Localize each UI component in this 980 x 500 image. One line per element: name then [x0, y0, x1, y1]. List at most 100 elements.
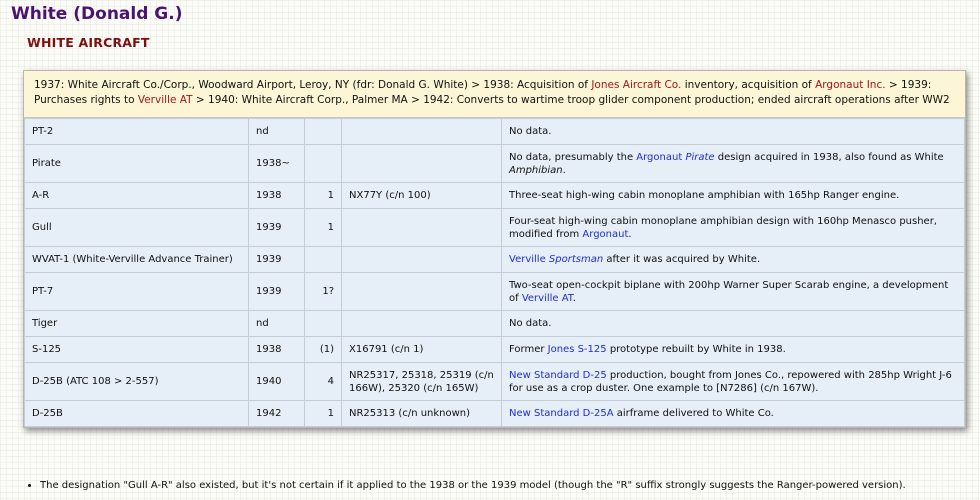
aircraft-year: nd: [248, 310, 305, 337]
description-italic: Amphibian: [509, 164, 563, 176]
aircraft-year: 1942: [248, 400, 305, 427]
description-text: design acquired in 1938, also found as W…: [714, 151, 944, 163]
company-history: 1937: White Aircraft Co./Corp., Woodward…: [24, 71, 965, 118]
description-link-text: Verville AT: [521, 292, 573, 304]
aircraft-registration: [341, 118, 502, 145]
aircraft-description: New Standard D-25 production, bought fro…: [501, 362, 965, 401]
description-text: Former: [509, 344, 548, 355]
aircraft-quantity: 4: [304, 362, 342, 401]
history-text: 1937: White Aircraft Co./Corp., Woodward…: [34, 79, 592, 91]
aircraft-registration: [341, 310, 502, 337]
aircraft-registration: [341, 246, 502, 273]
aircraft-quantity: [304, 118, 342, 145]
aircraft-model: S-125: [24, 336, 249, 363]
aircraft-year: 1940: [248, 362, 305, 401]
description-text: Three-seat high-wing cabin monoplane amp…: [509, 190, 900, 201]
aircraft-description: Verville Sportsman after it was acquired…: [501, 246, 965, 273]
description-link[interactable]: New Standard D-25A: [509, 408, 614, 419]
aircraft-panel: 1937: White Aircraft Co./Corp., Woodward…: [23, 70, 966, 428]
aircraft-description: Four-seat high-wing cabin monoplane amph…: [501, 208, 965, 247]
link-verville-at[interactable]: Verville AT: [138, 94, 193, 106]
aircraft-model: Gull: [24, 208, 249, 247]
aircraft-quantity: [304, 144, 342, 183]
aircraft-description: Two-seat open-cockpit biplane with 200hp…: [501, 272, 965, 311]
aircraft-table: PT-2 nd No data. Pirate 1938~ No data, presum…: [24, 118, 965, 427]
description-link[interactable]: Verville Sportsman: [509, 254, 603, 265]
description-link-text: Argonaut: [636, 151, 686, 163]
description-link[interactable]: Jones S-125: [548, 344, 607, 355]
description-text: .: [562, 164, 566, 176]
description-text: No data.: [509, 318, 552, 329]
description-text: No data.: [509, 126, 552, 137]
aircraft-model: D-25B (ATC 108 > 2-557): [24, 362, 249, 401]
aircraft-quantity: [304, 246, 342, 273]
aircraft-registration: NR25313 (c/n unknown): [341, 400, 502, 427]
description-link[interactable]: Argonaut: [582, 229, 628, 240]
description-text: No data, presumably the: [509, 151, 637, 163]
aircraft-quantity: [304, 310, 342, 337]
description-link-italic: Sportsman: [548, 254, 604, 265]
table-row: A-R 1938 1 NX77Y (c/n 100) Three-seat high-w…: [24, 182, 965, 209]
aircraft-quantity: (1): [304, 336, 342, 363]
aircraft-registration: NR25317, 25318, 25319 (c/n 166W), 25320 …: [341, 362, 502, 401]
aircraft-registration: [341, 208, 502, 247]
description-link-text: Verville: [509, 254, 549, 265]
history-text: > 1940: White Aircraft Corp., Palmer MA …: [192, 94, 950, 106]
aircraft-year: 1939: [248, 208, 305, 247]
aircraft-description: No data, presumably the Argonaut Pirate …: [501, 144, 965, 183]
aircraft-year: 1939: [248, 272, 305, 311]
aircraft-registration: NX77Y (c/n 100): [341, 182, 502, 209]
page-title: White (Donald G.): [11, 4, 183, 24]
aircraft-description: New Standard D-25A airframe delivered to…: [501, 400, 965, 427]
section-subtitle: WHITE AIRCRAFT: [27, 35, 150, 50]
description-link-text: New Standard D-25A: [509, 408, 614, 419]
description-text: .: [572, 292, 576, 304]
aircraft-registration: [341, 144, 502, 183]
link-argonaut[interactable]: Argonaut Inc.: [815, 79, 885, 91]
aircraft-year: 1939: [248, 246, 305, 273]
description-link-text: Jones S-125: [547, 344, 607, 355]
table-row: D-25B (ATC 108 > 2-557) 1940 4 NR25317, 253…: [24, 362, 965, 401]
table-row: Gull 1939 1 Four-seat high-wing cabin monop…: [24, 208, 965, 247]
aircraft-quantity: 1?: [304, 272, 342, 311]
description-text: airframe delivered to White Co.: [613, 408, 774, 419]
description-link-text: Argonaut: [582, 228, 629, 240]
description-link-italic: Pirate: [685, 151, 715, 163]
notes-list: The designation "Gull A-R" also existed,…: [40, 480, 906, 491]
aircraft-registration: [341, 272, 502, 311]
aircraft-model: Pirate: [24, 144, 249, 183]
aircraft-description: No data.: [501, 310, 965, 337]
note-item: The designation "Gull A-R" also existed,…: [40, 480, 906, 491]
description-text: .: [628, 228, 632, 240]
aircraft-model: D-25B: [24, 400, 249, 427]
aircraft-model: WVAT-1 (White-Verville Advance Trainer): [24, 246, 249, 273]
description-text: after it was acquired by White.: [603, 254, 761, 265]
aircraft-model: PT-7: [24, 272, 249, 311]
table-row: PT-2 nd No data.: [24, 118, 965, 145]
aircraft-quantity: 1: [304, 208, 342, 247]
table-row: D-25B 1942 1 NR25313 (c/n unknown) New Stand…: [24, 400, 965, 427]
aircraft-registration: X16791 (c/n 1): [341, 336, 502, 363]
link-jones-aircraft[interactable]: Jones Aircraft Co.: [591, 79, 681, 91]
description-text: prototype rebuilt by White in 1938.: [606, 344, 786, 355]
description-text: Four-seat high-wing cabin monoplane amph…: [509, 215, 937, 240]
table-row: Tiger nd No data.: [24, 310, 965, 337]
aircraft-year: 1938: [248, 182, 305, 209]
description-link-text: New Standard D-25: [509, 369, 607, 381]
table-row: S-125 1938 (1) X16791 (c/n 1) Former Jones S…: [24, 336, 965, 363]
aircraft-description: No data.: [501, 118, 965, 145]
aircraft-quantity: 1: [304, 182, 342, 209]
aircraft-model: Tiger: [24, 310, 249, 337]
aircraft-model: A-R: [24, 182, 249, 209]
aircraft-quantity: 1: [304, 400, 342, 427]
table-row: WVAT-1 (White-Verville Advance Trainer) 1…: [24, 246, 965, 273]
aircraft-model: PT-2: [24, 118, 249, 145]
description-link[interactable]: Verville AT: [522, 293, 573, 304]
description-link[interactable]: Argonaut Pirate: [636, 152, 714, 163]
table-row: Pirate 1938~ No data, presumably the Argon…: [24, 144, 965, 183]
table-row: PT-7 1939 1? Two-seat open-cockpit biplane …: [24, 272, 965, 311]
description-link[interactable]: New Standard D-25: [509, 370, 607, 381]
aircraft-description: Three-seat high-wing cabin monoplane amp…: [501, 182, 965, 209]
aircraft-year: nd: [248, 118, 305, 145]
aircraft-description: Former Jones S-125 prototype rebuilt by …: [501, 336, 965, 363]
